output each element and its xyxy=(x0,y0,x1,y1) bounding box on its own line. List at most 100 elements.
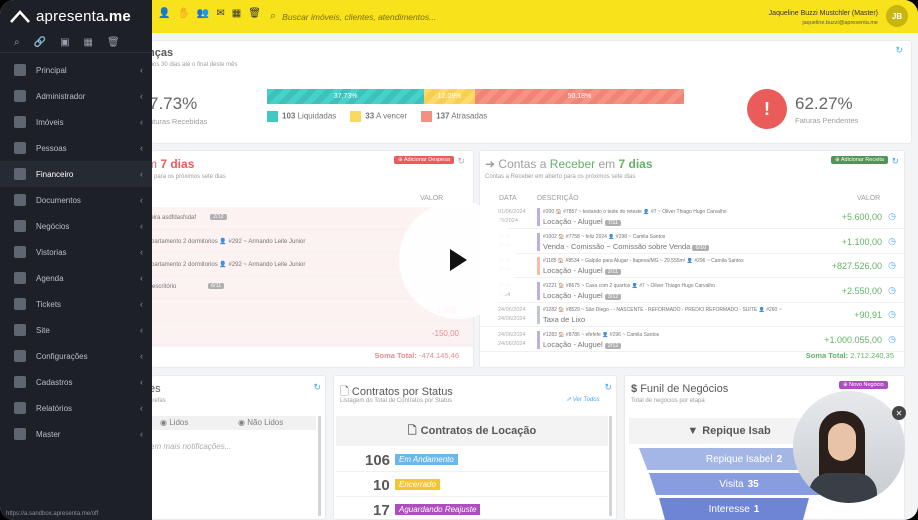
legend-paid-label: Liquidadas xyxy=(297,111,337,121)
sidebar-item-label: Documentos xyxy=(36,195,81,205)
legend-late: 137 Atrasadas xyxy=(421,111,487,122)
receivables-list: 01/06/2024 06/2024 #200 🏠 #7857 ~ testando… xyxy=(480,205,904,352)
brand-logo[interactable]: apresenta .me xyxy=(0,0,152,33)
add-expense-button[interactable]: ⊕ Adicionar Despesa xyxy=(394,156,455,164)
eye-icon: ◉ xyxy=(238,418,245,427)
contract-status-row[interactable]: 17 Aguardando Reajuste xyxy=(336,498,608,520)
table-row[interactable]: 20242024#1185 🏠 #8534 ~ Galpão para Alug… xyxy=(480,254,904,278)
people-icon[interactable]: 👥 xyxy=(197,8,209,19)
funnel-stage-count: 2 xyxy=(776,453,783,465)
handshake-icon[interactable]: ✋ xyxy=(177,8,189,19)
clock-icon[interactable]: ◷ xyxy=(888,334,896,345)
sidebar-item-master[interactable]: Master ‹ xyxy=(0,421,152,447)
scrollbar[interactable] xyxy=(318,416,321,516)
chevron-left-icon: ‹ xyxy=(140,351,143,361)
receivables-title-d: 7 dias xyxy=(618,157,653,171)
clock-icon[interactable]: ◷ xyxy=(888,211,896,222)
clock-icon[interactable]: ◷ xyxy=(888,236,896,247)
link-icon[interactable]: 🔗 xyxy=(34,37,46,48)
notification-tabs: ◉ Lidos ◉ Não Lidos xyxy=(152,416,316,430)
site-icon xyxy=(14,324,26,336)
play-button[interactable] xyxy=(399,201,517,319)
contract-status-row[interactable]: 106 Em Andamento xyxy=(336,448,608,472)
calendar-icon[interactable]: ▦ xyxy=(84,37,93,48)
clock-icon[interactable]: ◷ xyxy=(888,285,896,296)
sidebar-item-tickets[interactable]: Tickets ‹ xyxy=(0,291,152,317)
sidebar-item-label: Financeiro xyxy=(36,169,74,179)
globe-icon xyxy=(14,428,26,440)
sidebar-item-negocios[interactable]: Negócios ‹ xyxy=(0,213,152,239)
view-all-link[interactable]: ⇗ Ver Todos xyxy=(566,396,600,403)
chevron-left-icon: ‹ xyxy=(140,273,143,283)
sidebar-item-administrador[interactable]: Administrador ‹ xyxy=(0,83,152,109)
row-category: Locação - Aluguel xyxy=(543,339,603,349)
add-income-button[interactable]: ⊕ Adicionar Receita xyxy=(831,156,888,164)
refresh-icon[interactable]: ↻ xyxy=(891,156,899,167)
row-date-1: 24/06/2024 xyxy=(498,307,526,313)
sidebar-item-relatorios[interactable]: Relatórios ‹ xyxy=(0,395,152,421)
refresh-icon[interactable]: ↻ xyxy=(604,382,612,393)
trash-icon[interactable]: 🗑 xyxy=(107,37,120,48)
new-deal-button[interactable]: ⊕ Novo Negócio xyxy=(839,381,888,389)
clock-icon[interactable]: ◷ xyxy=(888,260,896,271)
sidebar-item-agenda[interactable]: Agenda ‹ xyxy=(0,265,152,291)
global-search[interactable]: ⌕ Buscar imóveis, clientes, atendimentos… xyxy=(270,10,436,23)
row-line-2: Locação - Aluguel 7/11 xyxy=(543,217,622,226)
row-line-1: #1185 🏠 #8534 ~ Galpão para Alugar - Ita… xyxy=(543,258,744,264)
scrollbar[interactable] xyxy=(609,416,612,516)
brand-suffix: .me xyxy=(104,8,131,25)
chevron-left-icon: ‹ xyxy=(140,91,143,101)
sidebar-item-configuracoes[interactable]: Configurações ‹ xyxy=(0,343,152,369)
chevron-left-icon: ‹ xyxy=(140,117,143,127)
funnel-stage[interactable]: Interesse 1 xyxy=(659,498,809,520)
table-row[interactable]: 24/06/2024 24/06/2024 #1283 🏠 #8786 ~ efef… xyxy=(480,328,904,352)
tab-unread[interactable]: ◉ Não Lidos xyxy=(238,418,283,427)
table-row[interactable]: -150,00 xyxy=(152,322,473,345)
sidebar-item-label: Administrador xyxy=(36,91,86,101)
table-row[interactable]: 24/06/2024 24/06/2024 #1282 🏠 #8529 ~ São … xyxy=(480,303,904,327)
row-color-bar xyxy=(537,257,540,275)
received-percent: 7.73% xyxy=(149,94,198,113)
sidebar-item-pessoas[interactable]: Pessoas ‹ xyxy=(0,135,152,161)
refresh-icon[interactable]: ↻ xyxy=(457,156,465,167)
sidebar-item-vistorias[interactable]: Vistorias ‹ xyxy=(0,239,152,265)
table-row[interactable]: 20242024#1002 🏠 #7758 ~ feliz 2024 👤 #29… xyxy=(480,230,904,254)
topbar: 👤 ✋ 👥 ✉ ▦ 🗑 ⌕ Buscar imóveis, clientes, … xyxy=(152,0,918,33)
installment-tag: 6/10 xyxy=(692,244,710,251)
trash-icon[interactable]: 🗑 xyxy=(248,8,261,19)
col-value: VALOR xyxy=(857,195,881,202)
user-info[interactable]: Jaqueline Buzzi Mustchler (Master) jaque… xyxy=(769,9,878,28)
row-value: -150,00 xyxy=(431,329,459,338)
sidebar-item-imoveis[interactable]: Imóveis ‹ xyxy=(0,109,152,135)
calendar-icon[interactable]: ▦ xyxy=(232,8,241,19)
sidebar-item-principal[interactable]: Principal ‹ xyxy=(0,57,152,83)
contracts-heading: 🗋 Contratos de Locação xyxy=(336,416,608,446)
card-icon[interactable]: ▣ xyxy=(60,37,69,48)
contract-status-row[interactable]: 10 Encerrado xyxy=(336,473,608,497)
search-input[interactable]: Buscar imóveis, clientes, atendimentos..… xyxy=(282,12,436,22)
funnel-heading-text: Repique Isab xyxy=(702,425,771,437)
clock-icon[interactable]: ◷ xyxy=(888,309,896,320)
user-icon[interactable]: 👤 xyxy=(158,8,170,19)
table-row[interactable]: 01/06/2024 06/2024 #200 🏠 #7857 ~ testando… xyxy=(480,205,904,229)
payables-title-b: 7 dias xyxy=(160,157,195,171)
sidebar-item-documentos[interactable]: Documentos ‹ xyxy=(0,187,152,213)
sidebar-item-site[interactable]: Site ‹ xyxy=(0,317,152,343)
close-icon[interactable]: ✕ xyxy=(892,406,906,420)
sidebar-item-financeiro[interactable]: Financeiro ‹ xyxy=(0,161,152,187)
table-row[interactable]: 20242024#1221 🏠 #8675 ~ Casa com 2 quart… xyxy=(480,279,904,303)
row-color-bar xyxy=(537,330,540,349)
tab-read[interactable]: ◉ Lidos xyxy=(160,418,188,427)
row-category: Locação - Aluguel xyxy=(543,217,603,226)
receivables-title-a: Contas a xyxy=(498,157,550,171)
installment-tag: 2/12 xyxy=(210,214,227,220)
sidebar-item-cadastros[interactable]: Cadastros ‹ xyxy=(0,369,152,395)
avatar[interactable]: JB xyxy=(886,5,908,27)
topbar-icons: 👤 ✋ 👥 ✉ ▦ 🗑 xyxy=(158,8,261,19)
search-icon[interactable]: ⌕ xyxy=(14,37,20,48)
mail-icon[interactable]: ✉ xyxy=(216,8,224,19)
receivables-subtitle: Contas a Receber em aberto para os próxi… xyxy=(485,174,636,180)
funnel-title-text: Funil de Negócios xyxy=(640,383,729,395)
refresh-icon[interactable]: ↻ xyxy=(313,382,321,393)
refresh-icon[interactable]: ↻ xyxy=(895,45,903,56)
